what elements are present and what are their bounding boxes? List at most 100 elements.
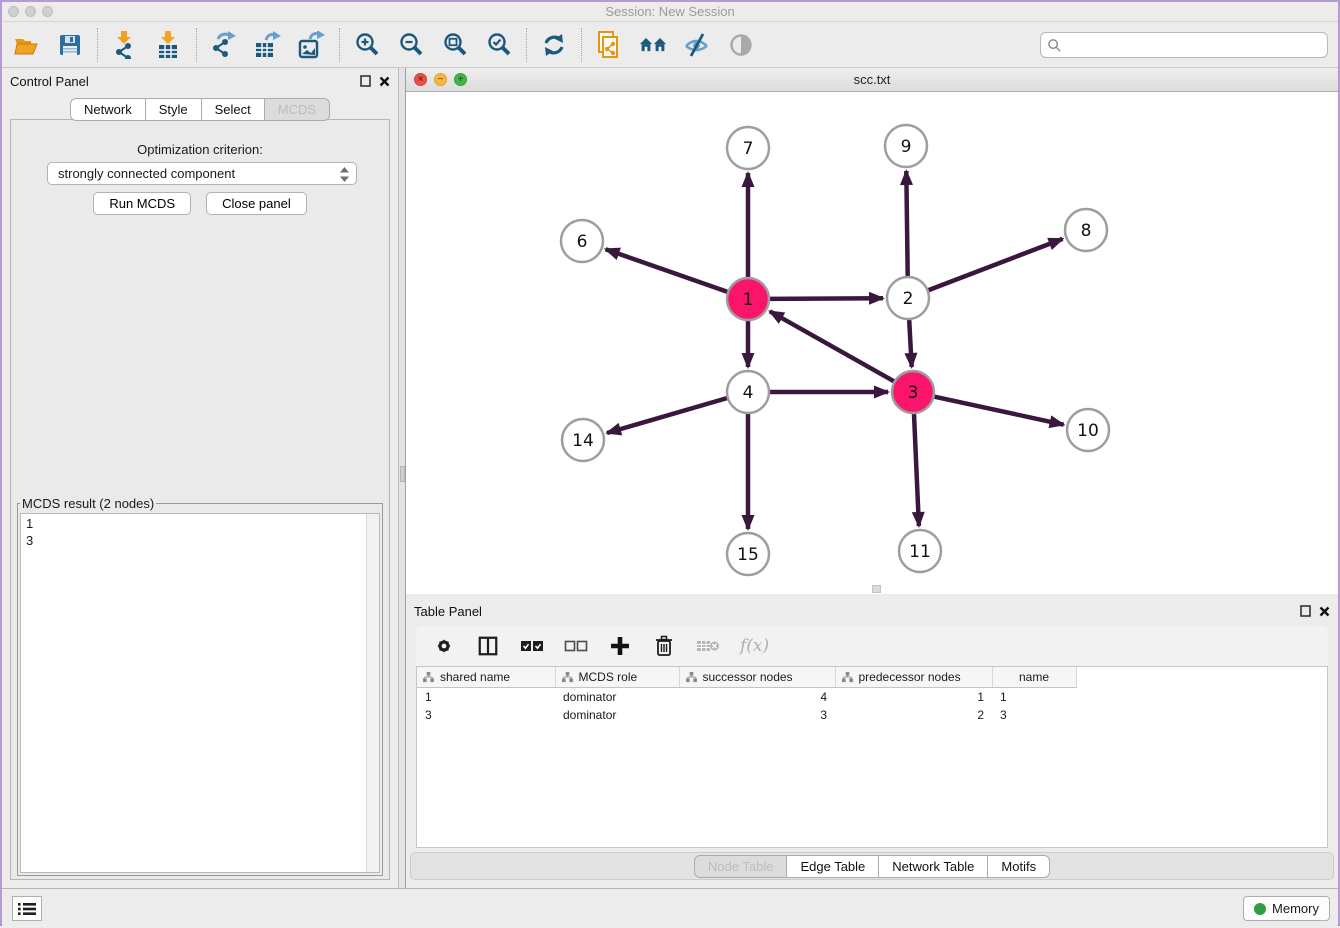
add-column-icon[interactable]: [608, 634, 632, 658]
criterion-dropdown-value: strongly connected component: [58, 166, 235, 181]
table-cell[interactable]: 1: [835, 688, 992, 707]
node-table-header[interactable]: shared nameMCDS rolesuccessor nodes prede…: [417, 667, 1076, 688]
mcds-result-list[interactable]: 13: [20, 513, 380, 873]
graph-node-9[interactable]: 9: [885, 125, 927, 167]
graph-node-15[interactable]: 15: [727, 533, 769, 575]
graph-node-10[interactable]: 10: [1067, 409, 1109, 451]
svg-text:6: 6: [577, 232, 588, 252]
vertical-splitter[interactable]: [398, 68, 406, 888]
network-canvas[interactable]: 7 9 6 8 1 2 4 3 14 10 15 11: [406, 92, 1338, 594]
graph-node-14[interactable]: 14: [562, 419, 604, 461]
hide-selected-icon[interactable]: [683, 31, 711, 59]
splitter-grip[interactable]: [400, 466, 405, 482]
table-cell[interactable]: dominator: [555, 688, 679, 707]
graph-node-2[interactable]: 2: [887, 277, 929, 319]
import-network-icon[interactable]: [111, 31, 139, 59]
edge-3-11[interactable]: [914, 414, 919, 526]
copy-network-icon[interactable]: [595, 31, 623, 59]
criterion-dropdown[interactable]: strongly connected component: [47, 162, 357, 185]
column-tree-icon: [686, 672, 697, 683]
tab-style[interactable]: Style: [146, 98, 202, 121]
zoom-out-icon[interactable]: [397, 31, 425, 59]
tab-mcds[interactable]: MCDS: [265, 98, 330, 121]
table-cell[interactable]: 3: [417, 706, 555, 724]
run-mcds-button[interactable]: Run MCDS: [93, 192, 191, 215]
table-cell[interactable]: 1: [417, 688, 555, 707]
graph-node-7[interactable]: 7: [727, 127, 769, 169]
tab-node-table[interactable]: Node Table: [694, 855, 788, 878]
graph-node-3[interactable]: 3: [892, 371, 934, 413]
edge-4-14[interactable]: [607, 398, 727, 433]
open-session-icon[interactable]: [12, 31, 40, 59]
graph-node-6[interactable]: 6: [561, 220, 603, 262]
tab-select[interactable]: Select: [202, 98, 265, 121]
float-panel-icon[interactable]: [360, 75, 371, 87]
column-header-name[interactable]: name: [992, 667, 1076, 688]
column-layout-icon[interactable]: [476, 634, 500, 658]
node-table[interactable]: shared nameMCDS rolesuccessor nodes prede…: [416, 666, 1328, 848]
tab-network[interactable]: Network: [70, 98, 146, 121]
tab-network-table[interactable]: Network Table: [879, 855, 988, 878]
zoom-selected-icon[interactable]: [485, 31, 513, 59]
network-graph[interactable]: 7 9 6 8 1 2 4 3 14 10 15 11: [406, 92, 1338, 594]
edge-3-10[interactable]: [935, 397, 1064, 425]
edge-3-1[interactable]: [770, 311, 894, 381]
table-cell[interactable]: 4: [679, 688, 835, 707]
save-session-icon[interactable]: [56, 31, 84, 59]
close-panel-button[interactable]: Close panel: [206, 192, 307, 215]
network-close-icon[interactable]: ×: [414, 73, 427, 86]
refresh-layout-icon[interactable]: [540, 31, 568, 59]
list-icon: [18, 902, 36, 916]
column-tree-icon: [423, 672, 434, 683]
svg-text:2: 2: [903, 289, 914, 309]
edge-2-3[interactable]: [909, 320, 912, 367]
edge-1-2[interactable]: [770, 298, 883, 299]
column-label: predecessor nodes: [859, 670, 961, 684]
graph-node-11[interactable]: 11: [899, 530, 941, 572]
table-row[interactable]: 3dominator323: [417, 706, 1076, 724]
column-header-predecessor-nodes[interactable]: predecessor nodes: [835, 667, 992, 688]
column-header-shared-name[interactable]: shared name: [417, 667, 555, 688]
edge-1-6[interactable]: [606, 249, 728, 292]
mcds-result-scrollbar[interactable]: [366, 514, 379, 872]
zoom-fit-icon[interactable]: [441, 31, 469, 59]
graph-node-1[interactable]: 1: [727, 278, 769, 320]
settings-gear-icon[interactable]: [432, 634, 456, 658]
select-all-columns-icon[interactable]: [520, 634, 544, 658]
table-cell[interactable]: 1: [992, 688, 1076, 707]
memory-button[interactable]: Memory: [1243, 896, 1330, 921]
table-cell[interactable]: 2: [835, 706, 992, 724]
edge-2-9[interactable]: [906, 171, 907, 276]
graph-node-8[interactable]: 8: [1065, 209, 1107, 251]
network-minimize-icon[interactable]: −: [434, 73, 447, 86]
export-table-icon[interactable]: [254, 31, 282, 59]
delete-column-icon[interactable]: [652, 634, 676, 658]
table-row[interactable]: 1dominator411: [417, 688, 1076, 707]
table-cell[interactable]: 3: [679, 706, 835, 724]
column-header-MCDS-role[interactable]: MCDS role: [555, 667, 679, 688]
show-all-networks-icon[interactable]: [639, 31, 667, 59]
graph-node-4[interactable]: 4: [727, 371, 769, 413]
table-panel-title: Table Panel: [414, 604, 1300, 619]
float-panel-icon[interactable]: [1300, 605, 1311, 617]
global-search-field[interactable]: [1040, 32, 1328, 58]
export-image-icon[interactable]: [298, 31, 326, 59]
close-panel-icon[interactable]: [1319, 606, 1330, 617]
export-network-icon[interactable]: [210, 31, 238, 59]
network-maximize-icon[interactable]: +: [454, 73, 467, 86]
table-cell[interactable]: 3: [992, 706, 1076, 724]
zoom-in-icon[interactable]: [353, 31, 381, 59]
close-panel-icon[interactable]: [379, 76, 390, 87]
show-selected-disabled-icon: [727, 31, 755, 59]
search-input[interactable]: [1066, 38, 1321, 53]
tab-motifs[interactable]: Motifs: [988, 855, 1050, 878]
import-table-icon[interactable]: [155, 31, 183, 59]
task-history-button[interactable]: [12, 896, 42, 921]
tab-edge-table[interactable]: Edge Table: [787, 855, 879, 878]
node-table-body[interactable]: 1dominator4113dominator323: [417, 688, 1076, 725]
deselect-all-columns-icon[interactable]: [564, 634, 588, 658]
edge-2-8[interactable]: [929, 239, 1063, 290]
column-header-successor-nodes[interactable]: successor nodes: [679, 667, 835, 688]
table-cell[interactable]: dominator: [555, 706, 679, 724]
canvas-scroll-grip[interactable]: [872, 585, 881, 593]
